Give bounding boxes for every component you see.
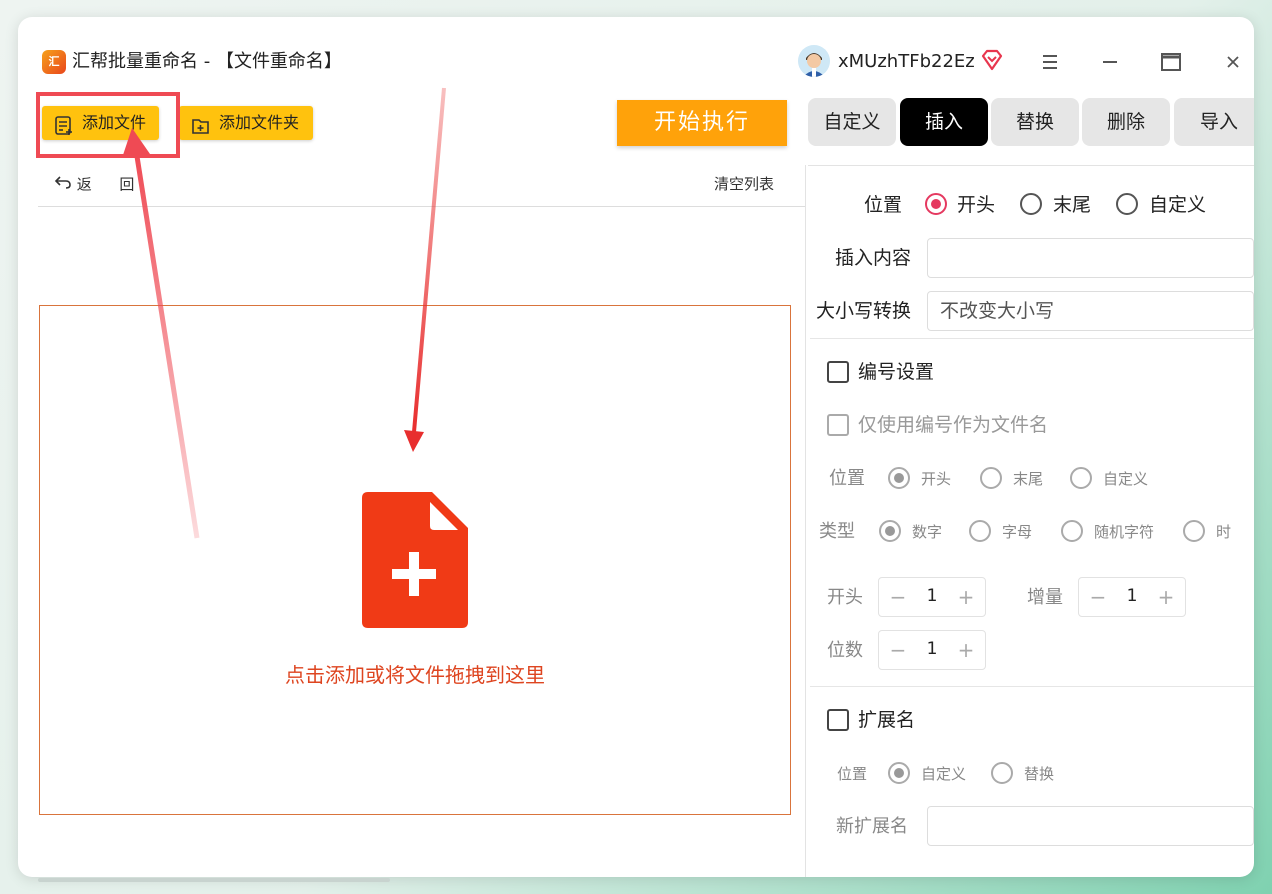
highlight-box (36, 92, 180, 158)
digits-stepper[interactable]: − 1 + (878, 630, 986, 670)
separator (810, 686, 1254, 687)
avatar[interactable] (798, 45, 830, 77)
insert-content-input[interactable] (927, 238, 1254, 278)
add-folder-button[interactable]: 添加文件夹 (179, 106, 313, 140)
numbering-radio-start-label: 开头 (921, 470, 952, 488)
case-conversion-label: 大小写转换 (816, 300, 912, 322)
numbering-radio-end[interactable] (980, 467, 1002, 489)
radio-position-end-label: 末尾 (1053, 194, 1092, 216)
start-stepper[interactable]: − 1 + (878, 577, 986, 617)
radio-position-start-label: 开头 (957, 194, 996, 216)
start-value[interactable]: 1 (909, 578, 955, 614)
undo-button[interactable]: 返 (77, 176, 92, 194)
extension-title: 扩展名 (858, 709, 916, 731)
divider (38, 206, 805, 207)
step-plus-button[interactable]: + (1151, 578, 1181, 616)
menu-icon[interactable] (1035, 47, 1065, 77)
case-conversion-select[interactable]: 不改变大小写 (927, 291, 1254, 331)
add-folder-label: 添加文件夹 (219, 113, 300, 132)
start-plus-button[interactable]: + (951, 578, 981, 616)
horizontal-scrollbar[interactable] (38, 878, 390, 882)
clear-list-button[interactable]: 清空列表 (714, 173, 774, 195)
new-extension-label: 新扩展名 (836, 816, 908, 837)
insert-content-label: 插入内容 (835, 247, 912, 269)
radio-position-custom-label: 自定义 (1149, 194, 1207, 216)
extension-checkbox[interactable] (827, 709, 849, 731)
position-label: 位置 (864, 194, 903, 216)
numbering-position-label: 位置 (829, 468, 865, 489)
app-title: 汇帮批量重命名 - 【文件重命名】 (72, 51, 342, 72)
vip-diamond-icon[interactable] (980, 48, 1004, 72)
type-radio-number-label: 数字 (912, 523, 943, 541)
step-label: 增量 (1027, 587, 1063, 608)
app-logo-icon: 汇 (42, 50, 66, 74)
extension-radio-custom[interactable] (888, 762, 910, 784)
title-bar: 汇 汇帮批量重命名 - 【文件重命名】 xMUzhTFb22Ez (18, 17, 1254, 87)
type-radio-random[interactable] (1061, 520, 1083, 542)
tab-import[interactable]: 导入 (1174, 98, 1254, 146)
type-radio-time[interactable] (1183, 520, 1205, 542)
type-radio-random-label: 随机字符 (1094, 523, 1155, 541)
new-extension-input[interactable] (927, 806, 1254, 846)
numbering-radio-start[interactable] (888, 467, 910, 489)
numbering-radio-custom[interactable] (1070, 467, 1092, 489)
numbering-radio-end-label: 末尾 (1013, 470, 1044, 488)
type-radio-number[interactable] (879, 520, 901, 542)
only-number-label: 仅使用编号作为文件名 (858, 414, 1049, 436)
tab-custom[interactable]: 自定义 (808, 98, 896, 146)
tab-replace[interactable]: 替换 (991, 98, 1079, 146)
app-window: 汇 汇帮批量重命名 - 【文件重命名】 xMUzhTFb22Ez 添加文件 添加… (18, 17, 1254, 877)
step-stepper[interactable]: − 1 + (1078, 577, 1186, 617)
only-number-checkbox[interactable] (827, 414, 849, 436)
digits-label: 位数 (827, 640, 863, 661)
panel-top-border (808, 165, 1254, 166)
maximize-icon[interactable] (1156, 47, 1186, 77)
tab-delete[interactable]: 删除 (1082, 98, 1170, 146)
numbering-checkbox[interactable] (827, 361, 849, 383)
redo-button[interactable]: 回 (119, 176, 134, 194)
tab-insert[interactable]: 插入 (900, 98, 988, 146)
digits-value[interactable]: 1 (909, 631, 955, 667)
add-folder-icon (191, 114, 211, 134)
extension-radio-replace[interactable] (991, 762, 1013, 784)
step-value[interactable]: 1 (1109, 578, 1155, 614)
extension-radio-replace-label: 替换 (1024, 765, 1055, 783)
drop-hint-text: 点击添加或将文件拖拽到这里 (285, 663, 545, 687)
type-radio-time-label: 时 (1216, 523, 1232, 541)
extension-position-label: 位置 (837, 765, 868, 783)
start-label: 开头 (827, 587, 863, 608)
extension-radio-custom-label: 自定义 (921, 765, 967, 783)
type-radio-letter-label: 字母 (1002, 523, 1033, 541)
add-file-large-icon (360, 490, 470, 630)
close-icon[interactable] (1218, 47, 1248, 77)
radio-position-start[interactable] (925, 193, 947, 215)
drop-zone[interactable]: 点击添加或将文件拖拽到这里 (39, 305, 791, 815)
undo-redo: 返 回 (54, 173, 134, 196)
username[interactable]: xMUzhTFb22Ez (838, 50, 975, 74)
radio-position-end[interactable] (1020, 193, 1042, 215)
start-button[interactable]: 开始执行 (617, 100, 787, 146)
radio-position-custom[interactable] (1116, 193, 1138, 215)
type-label: 类型 (819, 521, 855, 542)
undo-icon[interactable] (54, 175, 72, 194)
type-radio-letter[interactable] (969, 520, 991, 542)
panel-divider (805, 165, 806, 877)
numbering-radio-custom-label: 自定义 (1103, 470, 1149, 488)
digits-plus-button[interactable]: + (951, 631, 981, 669)
numbering-title: 编号设置 (858, 361, 935, 383)
minimize-icon[interactable] (1095, 47, 1125, 77)
separator (810, 338, 1254, 339)
